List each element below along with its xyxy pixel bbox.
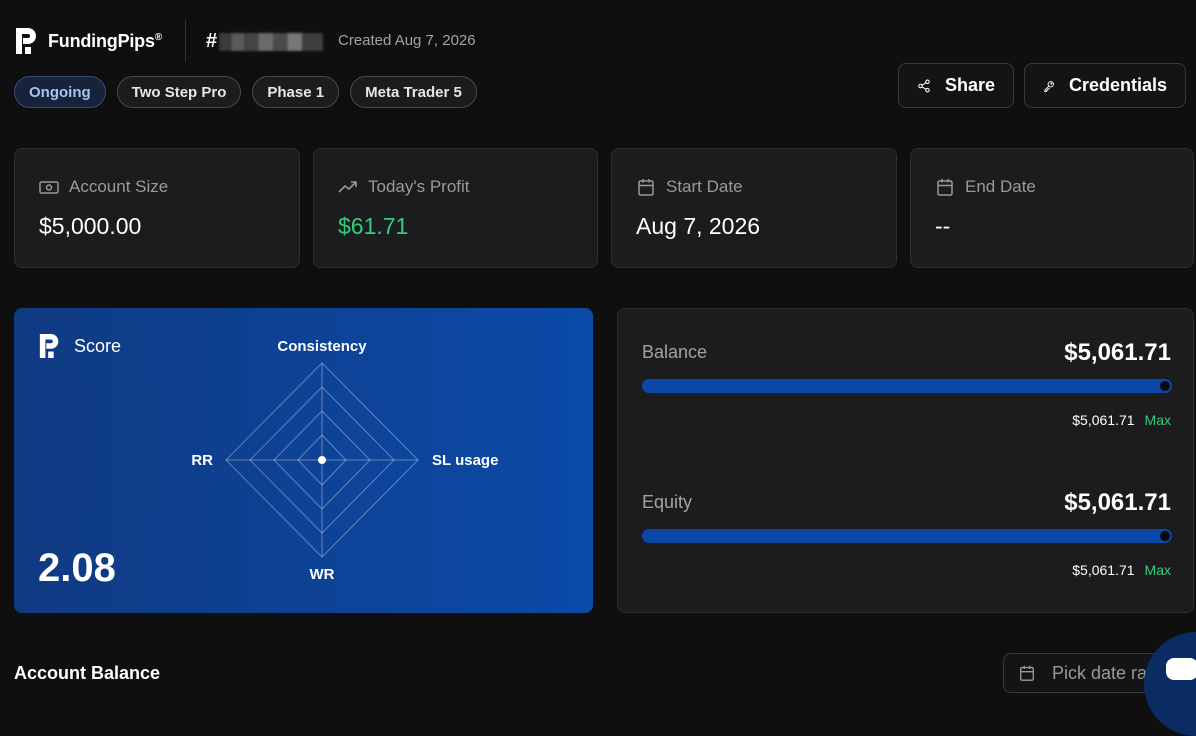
balance-progress-marker — [1160, 381, 1170, 391]
balance-label: Balance — [642, 342, 708, 362]
chat-support-button[interactable] — [1144, 632, 1196, 736]
end-date-value: -- — [935, 213, 951, 239]
score-title: Score — [74, 335, 122, 356]
equity-value: $5,061.71 — [1064, 489, 1171, 516]
account-balance-title: Account Balance — [14, 663, 161, 683]
equity-max-tag: Max — [1144, 562, 1171, 578]
equity-progress-bar — [642, 529, 1172, 543]
end-date-label: End Date — [965, 177, 1036, 196]
share-label: Share — [944, 75, 995, 95]
start-date-value: Aug 7, 2026 — [636, 213, 761, 239]
score-card: Consistency SL usage WR RR Score 2.08 — [14, 308, 593, 613]
radar-label-rr: RR — [191, 452, 213, 469]
key-icon — [1044, 80, 1054, 92]
score-header: Score — [38, 332, 121, 360]
credentials-label: Credentials — [1068, 75, 1167, 95]
account-size-value: $5,000.00 — [39, 213, 142, 239]
account-tags: Ongoing Two Step Pro Phase 1 Meta Trader… — [14, 76, 477, 108]
todays-profit-label: Today's Profit — [368, 177, 470, 196]
radar-label-consistency: Consistency — [277, 338, 367, 355]
fundingpips-logo-icon — [16, 28, 36, 54]
share-icon — [918, 79, 930, 92]
header-divider — [185, 20, 186, 62]
account-size-label: Account Size — [69, 177, 169, 196]
platform-badge: Meta Trader 5 — [350, 76, 477, 108]
equity-progress-fill — [642, 529, 1172, 543]
trending-up-icon — [338, 181, 357, 193]
fundingpips-logo-icon — [39, 334, 59, 358]
balance-value: $5,061.71 — [1064, 339, 1171, 366]
equity-max: $5,061.71 Max — [1072, 562, 1171, 578]
score-value: 2.08 — [38, 546, 116, 590]
created-date: Created Aug 7, 2026 — [338, 32, 476, 49]
balance-max-tag: Max — [1144, 412, 1171, 428]
todays-profit-value: $61.71 — [338, 213, 409, 239]
balance-max-value: $5,061.71 — [1072, 412, 1135, 428]
phase-badge: Phase 1 — [252, 76, 340, 108]
radar-label-wr: WR — [310, 566, 335, 583]
brand-name: FundingPips® — [48, 30, 162, 51]
equity-max-value: $5,061.71 — [1072, 562, 1135, 578]
calendar-icon — [1020, 665, 1034, 681]
balance-equity-card: Balance $5,061.71 $5,061.71 Max Equity $… — [617, 308, 1194, 613]
equity-progress-marker — [1160, 531, 1170, 541]
balance-max: $5,061.71 Max — [1072, 412, 1171, 428]
account-size-card: Account Size $5,000.00 — [14, 148, 300, 268]
start-date-card: Start Date Aug 7, 2026 — [611, 148, 897, 268]
status-badge: Ongoing — [14, 76, 106, 108]
calendar-icon — [937, 179, 953, 196]
end-date-card: End Date -- — [910, 148, 1194, 268]
account-id: # — [206, 30, 324, 53]
calendar-icon — [638, 179, 654, 196]
balance-progress-fill — [642, 379, 1172, 393]
todays-profit-card: Today's Profit $61.71 — [313, 148, 598, 268]
radar-center-point — [318, 456, 326, 464]
money-icon — [39, 181, 59, 194]
chat-icon — [1166, 658, 1196, 680]
date-range-placeholder: Pick date ra — [1052, 662, 1148, 683]
balance-progress-bar — [642, 379, 1172, 393]
credentials-button[interactable]: Credentials — [1024, 63, 1186, 108]
share-button[interactable]: Share — [898, 63, 1014, 108]
start-date-label: Start Date — [666, 177, 743, 196]
redacted-account-number — [219, 32, 324, 51]
program-badge: Two Step Pro — [116, 76, 242, 108]
radar-label-sl-usage: SL usage — [432, 452, 498, 469]
equity-label: Equity — [642, 492, 693, 512]
brand-logo[interactable]: FundingPips® — [14, 26, 162, 56]
